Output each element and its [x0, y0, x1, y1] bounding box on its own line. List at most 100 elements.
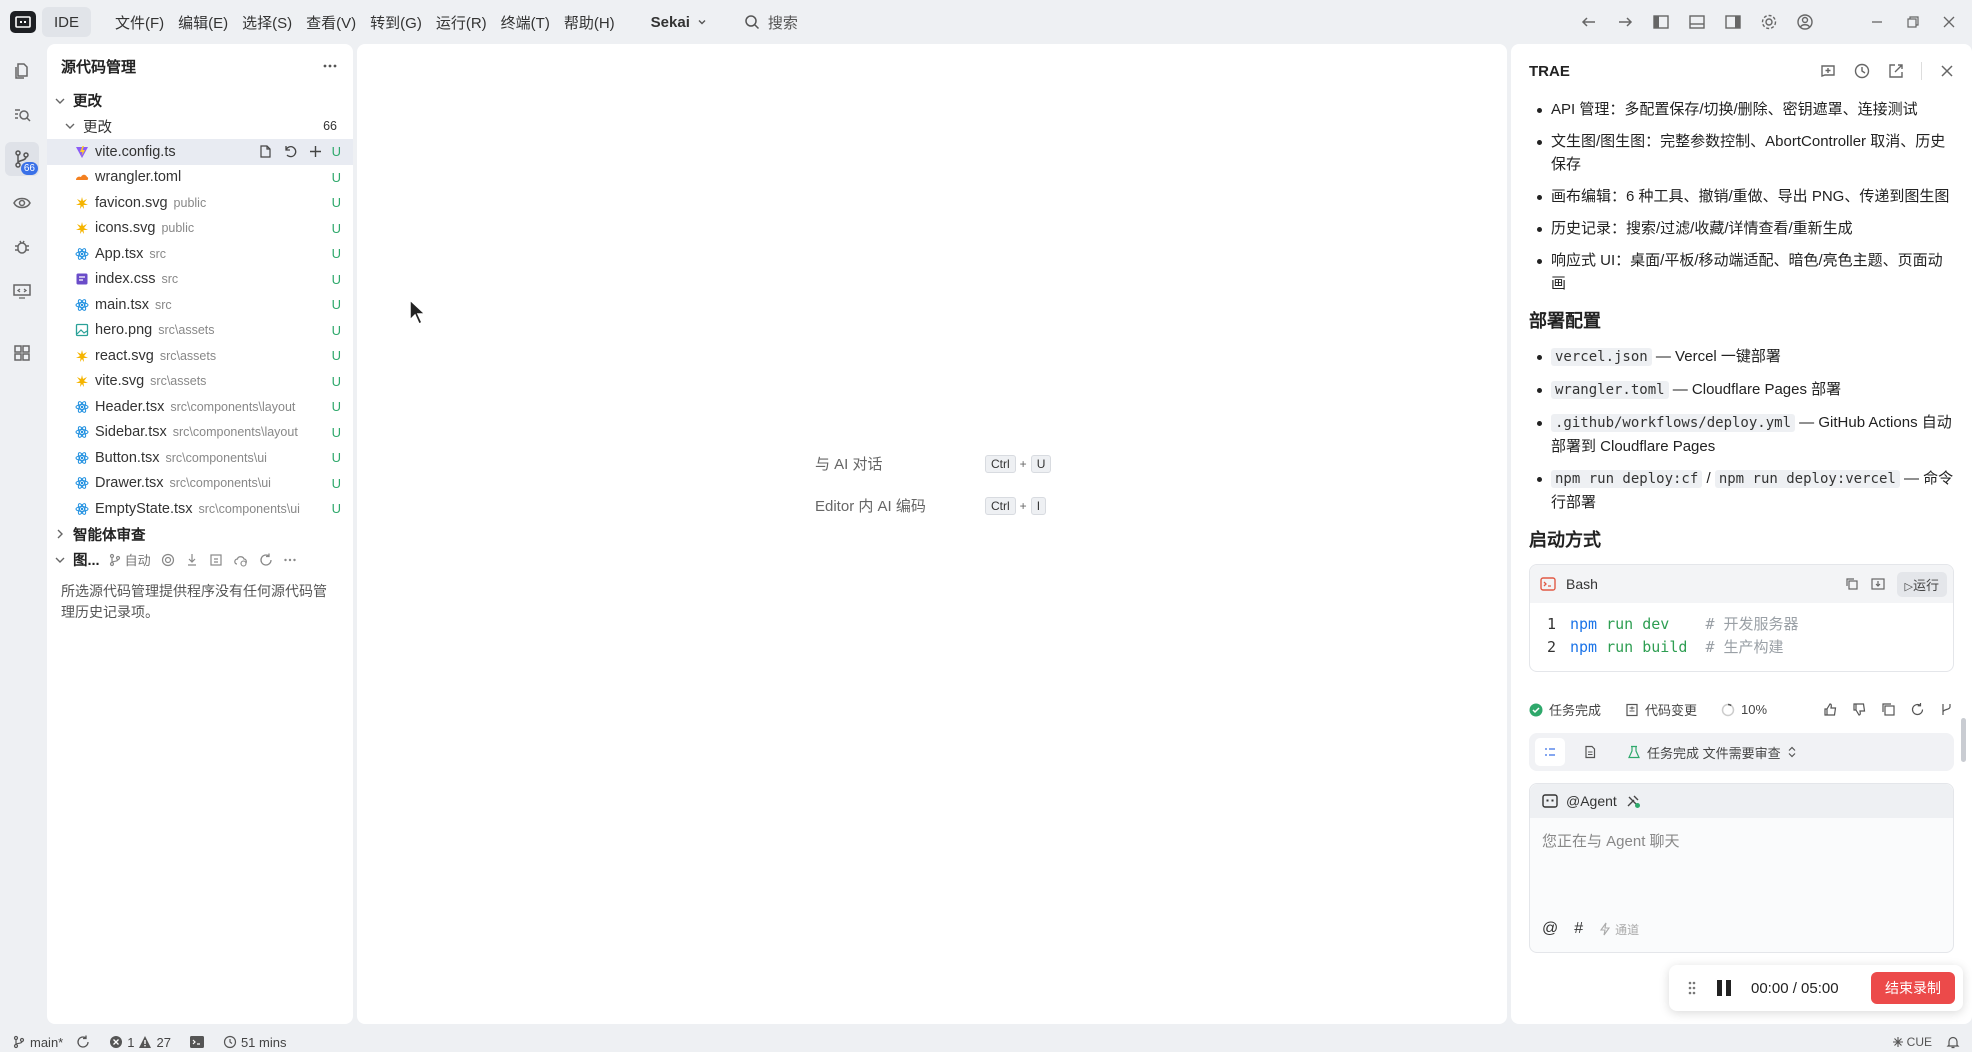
- problems-indicator[interactable]: 1 27: [109, 1035, 171, 1050]
- fetch-icon[interactable]: [185, 553, 199, 567]
- forward-arrow-icon[interactable]: [1616, 13, 1634, 31]
- changes-section-header[interactable]: 更改: [47, 88, 353, 114]
- changes-group-header[interactable]: 更改 66: [47, 114, 353, 140]
- preview-eye-icon[interactable]: [5, 186, 39, 220]
- task-list-tab[interactable]: [1535, 738, 1565, 766]
- menu-file[interactable]: 文件(F): [115, 12, 164, 33]
- regenerate-icon[interactable]: [1910, 702, 1925, 717]
- back-arrow-icon[interactable]: [1580, 13, 1598, 31]
- menu-view[interactable]: 查看(V): [306, 12, 356, 33]
- feature-item: 画布编辑：6 种工具、撤销/重做、导出 PNG、传递到图生图: [1529, 185, 1954, 208]
- cloud-upload-icon[interactable]: [233, 553, 249, 567]
- close-panel-icon[interactable]: [1938, 62, 1956, 80]
- code-changes-button[interactable]: 代码变更: [1625, 700, 1697, 719]
- kbd-plus: +: [1019, 456, 1027, 471]
- menu-run[interactable]: 运行(R): [436, 12, 487, 33]
- editor-area[interactable]: 与 AI 对话 Ctrl + U Editor 内 AI 编码 Ctrl + I: [357, 44, 1507, 1024]
- menu-selection[interactable]: 选择(S): [242, 12, 292, 33]
- target-icon[interactable]: [161, 553, 175, 567]
- notifications-bell-icon[interactable]: [1946, 1035, 1960, 1049]
- sync-icon[interactable]: [75, 1034, 91, 1050]
- stage-plus-icon[interactable]: [308, 144, 323, 159]
- thumbs-down-icon[interactable]: [1852, 702, 1867, 717]
- thumbs-up-icon[interactable]: [1823, 702, 1838, 717]
- pull-icon[interactable]: [209, 553, 223, 567]
- changed-file-row[interactable]: hero.png src\assets U: [47, 318, 353, 344]
- toggle-sidebar-icon[interactable]: [1652, 13, 1670, 31]
- discard-changes-icon[interactable]: [283, 144, 298, 159]
- changed-file-row[interactable]: favicon.svg public U: [47, 190, 353, 216]
- changed-file-row[interactable]: App.tsx src U: [47, 241, 353, 267]
- branch-indicator[interactable]: main*: [12, 1035, 63, 1050]
- insert-terminal-icon[interactable]: [1870, 577, 1885, 591]
- menu-goto[interactable]: 转到(G): [370, 12, 422, 33]
- open-file-icon[interactable]: [258, 144, 273, 159]
- changed-file-row[interactable]: vite.svg src\assets U: [47, 369, 353, 395]
- remote-monitor-icon[interactable]: [5, 274, 39, 308]
- changed-file-row[interactable]: icons.svg public U: [47, 216, 353, 242]
- minimize-icon[interactable]: [1868, 13, 1886, 31]
- graph-auto-toggle[interactable]: 自动: [108, 550, 151, 569]
- context-hash-button[interactable]: #: [1574, 920, 1583, 938]
- hint-ai-chat[interactable]: 与 AI 对话 Ctrl + U: [815, 453, 1052, 474]
- file-name: vite.svg: [95, 373, 145, 390]
- more-actions-icon[interactable]: [321, 57, 339, 75]
- terminal-status-icon[interactable]: [189, 1035, 205, 1049]
- run-label: 运行: [1912, 577, 1939, 593]
- session-time[interactable]: 51 mins: [223, 1035, 286, 1050]
- menu-edit[interactable]: 编辑(E): [178, 12, 228, 33]
- file-path: src: [161, 272, 179, 287]
- search-files-icon[interactable]: [5, 98, 39, 132]
- restore-icon[interactable]: [1904, 13, 1922, 31]
- changed-file-row[interactable]: index.css src U: [47, 267, 353, 293]
- task-summary-dropdown[interactable]: 任务完成 文件需要审查: [1627, 743, 1797, 762]
- task-file-tab[interactable]: [1575, 738, 1605, 766]
- settings-gear-icon[interactable]: [1760, 13, 1778, 31]
- changed-file-row[interactable]: EmptyState.tsx src\components\ui U: [47, 496, 353, 522]
- branch-fork-icon[interactable]: [1939, 702, 1954, 717]
- changed-file-row[interactable]: Header.tsx src\components\layout U: [47, 394, 353, 420]
- changed-file-row[interactable]: Button.tsx src\components\ui U: [47, 445, 353, 471]
- changed-file-row[interactable]: react.svg src\assets U: [47, 343, 353, 369]
- source-control-icon[interactable]: 66: [5, 142, 39, 176]
- hint-inline-ai[interactable]: Editor 内 AI 编码 Ctrl + I: [815, 495, 1047, 516]
- history-icon[interactable]: [1853, 62, 1871, 80]
- debug-bug-icon[interactable]: [5, 230, 39, 264]
- mention-button[interactable]: @: [1542, 920, 1558, 938]
- menu-help[interactable]: 帮助(H): [564, 12, 615, 33]
- toggle-panel-icon[interactable]: [1688, 13, 1706, 31]
- language-mode[interactable]: CUE: [1892, 1035, 1932, 1049]
- extensions-grid-icon[interactable]: [5, 336, 39, 370]
- toggle-auxbar-icon[interactable]: [1724, 13, 1742, 31]
- drag-handle-icon[interactable]: [1687, 980, 1697, 996]
- refresh-icon[interactable]: [259, 553, 273, 567]
- open-external-icon[interactable]: [1887, 62, 1905, 80]
- explorer-files-icon[interactable]: [5, 54, 39, 88]
- copy-response-icon[interactable]: [1881, 702, 1896, 717]
- ide-mode-button[interactable]: IDE: [42, 7, 92, 37]
- pause-icon[interactable]: [1715, 978, 1733, 998]
- menu-terminal[interactable]: 终端(T): [501, 12, 550, 33]
- stop-recording-button[interactable]: 结束录制: [1871, 972, 1955, 1004]
- copy-icon[interactable]: [1845, 577, 1859, 591]
- chevron-right-icon: [57, 529, 63, 539]
- changed-file-row[interactable]: vite.config.ts U: [47, 139, 353, 165]
- chat-input-box[interactable]: @Agent 您正在与 Agent 聊天 @ # 通道: [1529, 783, 1954, 953]
- more-icon[interactable]: [283, 553, 297, 567]
- trae-scrollbar[interactable]: [1961, 718, 1966, 762]
- account-icon[interactable]: [1796, 13, 1814, 31]
- agent-review-section-header[interactable]: 智能体审查: [47, 522, 353, 548]
- new-chat-icon[interactable]: [1819, 62, 1837, 80]
- graph-section-header[interactable]: 图... 自动: [47, 547, 353, 573]
- changed-file-row[interactable]: wrangler.toml U: [47, 165, 353, 191]
- run-button[interactable]: ▷运行: [1896, 571, 1947, 597]
- agent-tools-icon[interactable]: [1625, 793, 1641, 809]
- project-selector[interactable]: Sekai: [651, 14, 708, 31]
- changed-file-row[interactable]: Sidebar.tsx src\components\layout U: [47, 420, 353, 446]
- trae-title: TRAE: [1529, 62, 1570, 80]
- mode-selector[interactable]: 通道: [1599, 921, 1639, 938]
- close-window-icon[interactable]: [1940, 13, 1958, 31]
- search-box[interactable]: 搜索: [744, 12, 798, 33]
- changed-file-row[interactable]: main.tsx src U: [47, 292, 353, 318]
- changed-file-row[interactable]: Drawer.tsx src\components\ui U: [47, 471, 353, 497]
